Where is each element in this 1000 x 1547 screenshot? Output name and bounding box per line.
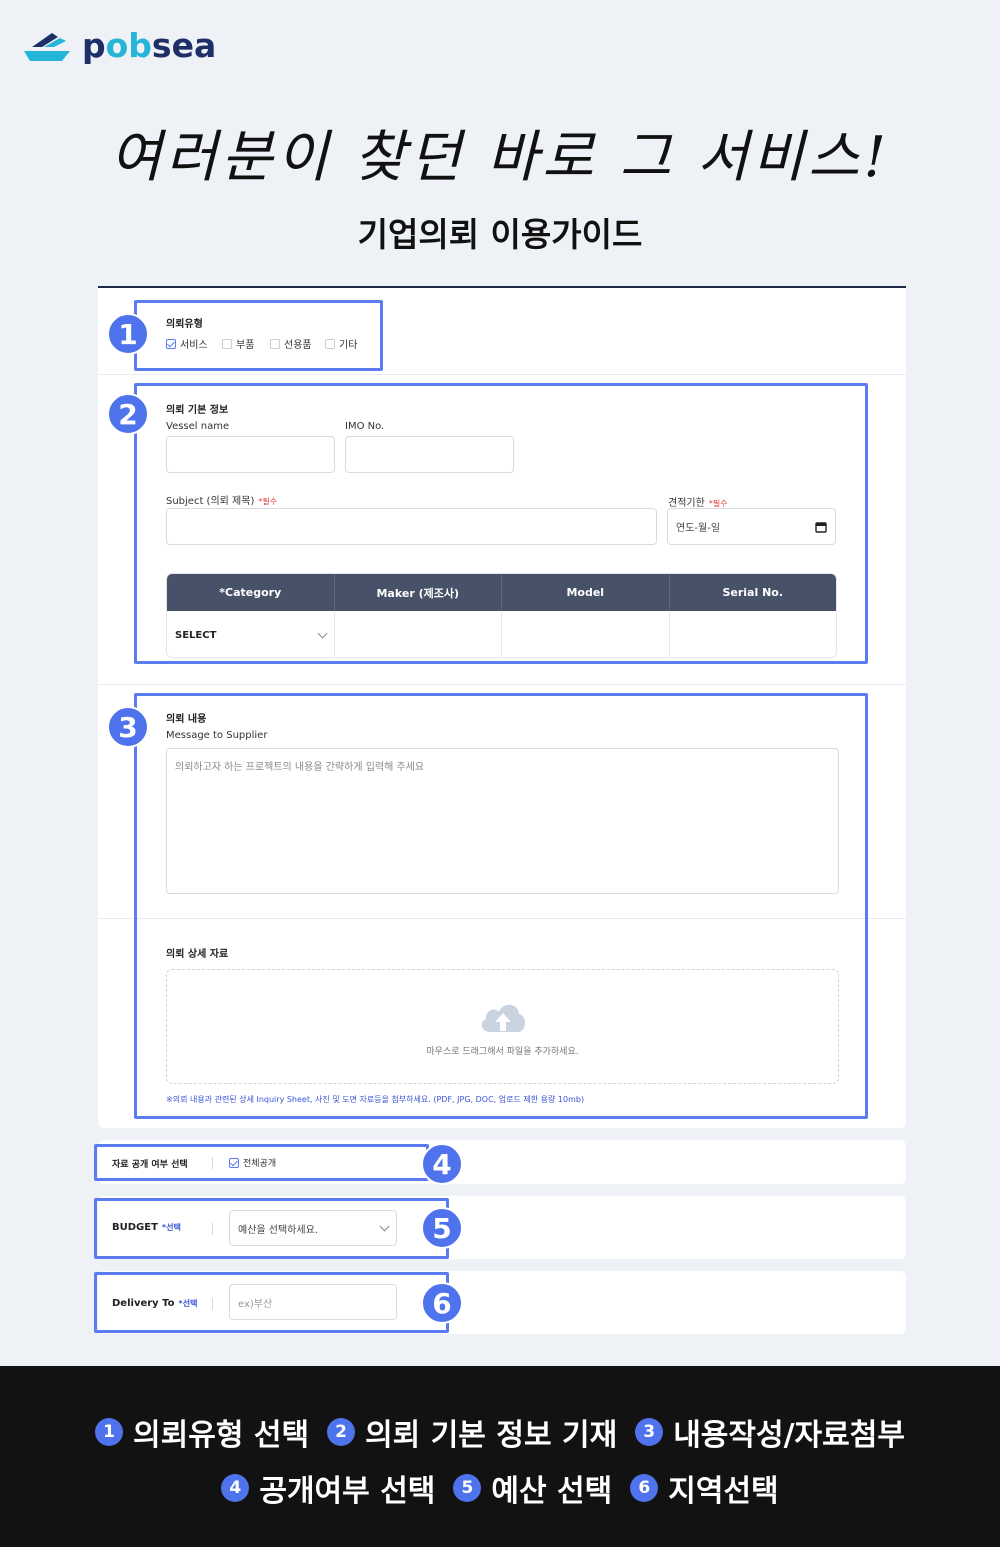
dropzone-text: 마우스로 드래그해서 파일을 추가하세요. — [426, 1047, 579, 1057]
file-dropzone[interactable]: 마우스로 드래그해서 파일을 추가하세요. — [166, 969, 839, 1084]
deadline-label: 견적기한 *필수 — [668, 498, 728, 509]
divider — [98, 684, 906, 685]
legend-row-2: 4 공개여부 선택 5 예산 선택 6 지역선택 — [0, 1466, 1000, 1510]
option-service[interactable]: 서비스 — [166, 336, 208, 351]
step-badge-1: 1 — [107, 313, 149, 355]
divider — [98, 374, 906, 375]
budget-label: BUDGET *선택 — [112, 1222, 181, 1233]
step-badge-6: 6 — [421, 1282, 463, 1324]
chevron-down-icon — [317, 628, 327, 638]
deadline-date-input[interactable]: 연도-월-일 — [667, 508, 836, 545]
col-model: Model — [502, 574, 670, 611]
brand-logo: pobsea — [22, 26, 216, 65]
legend-panel — [0, 1366, 1000, 1547]
legend-item: 2 의뢰 기본 정보 기재 — [327, 1410, 617, 1454]
col-category: *Category — [167, 574, 335, 611]
step-badge-4: 4 — [421, 1143, 463, 1185]
model-cell[interactable] — [502, 611, 670, 657]
checkbox-icon[interactable] — [325, 338, 335, 349]
col-maker: Maker (제조사) — [335, 574, 502, 611]
subject-input[interactable] — [166, 508, 657, 545]
maker-cell[interactable] — [335, 611, 502, 657]
cloud-upload-icon — [481, 1004, 525, 1032]
budget-select[interactable]: 예산을 선택하세요. — [229, 1210, 397, 1246]
category-select[interactable]: SELECT — [167, 611, 335, 657]
legend-item: 3 내용작성/자료첨부 — [635, 1410, 905, 1454]
imo-label: IMO No. — [345, 421, 385, 432]
legend-item: 1 의뢰유형 선택 — [95, 1410, 309, 1454]
divider — [212, 1223, 213, 1235]
step-badge-3: 3 — [107, 706, 149, 748]
vessel-name-input[interactable] — [166, 436, 335, 473]
equipment-table: *Category Maker (제조사) Model Serial No. S… — [166, 573, 837, 658]
legend-item: 4 공개여부 선택 — [221, 1466, 435, 1510]
option-parts[interactable]: 부품 — [222, 336, 254, 351]
option-etc[interactable]: 기타 — [325, 336, 357, 351]
page-subtitle: 기업의뢰 이용가이드 — [357, 215, 643, 254]
legend-item: 5 예산 선택 — [453, 1466, 612, 1510]
legend-item: 6 지역선택 — [630, 1466, 779, 1510]
headline: 여러분이 찾던 바로 그 서비스! — [110, 125, 890, 190]
message-label: Message to Supplier — [166, 730, 268, 741]
content-title: 의뢰 내용 — [166, 714, 207, 725]
delivery-input[interactable]: ex)부산 — [229, 1284, 397, 1320]
option-public[interactable]: 전체공개 — [229, 1156, 276, 1169]
serial-cell[interactable] — [670, 611, 837, 657]
option-supplies[interactable]: 선용품 — [270, 336, 312, 351]
brand-name: pobsea — [82, 26, 217, 65]
vessel-name-label: Vessel name — [166, 421, 230, 432]
visibility-label: 자료 공개 여부 선택 — [112, 1160, 188, 1170]
table-row: SELECT — [167, 611, 837, 657]
divider — [212, 1298, 213, 1310]
files-title: 의뢰 상세 자료 — [166, 949, 229, 960]
checkbox-icon[interactable] — [222, 338, 232, 349]
checkbox-checked-icon[interactable] — [166, 338, 176, 349]
legend-row-1: 1 의뢰유형 선택 2 의뢰 기본 정보 기재 3 내용작성/자료첨부 — [0, 1410, 1000, 1454]
col-serial: Serial No. — [722, 586, 784, 599]
request-type-title: 의뢰유형 — [166, 319, 203, 330]
checkbox-checked-icon[interactable] — [229, 1157, 239, 1168]
ship-icon — [24, 32, 70, 61]
message-textarea[interactable]: 의뢰하고자 하는 프로젝트의 내용을 간략하게 입력해 주세요 — [166, 748, 839, 894]
delivery-label: Delivery To *선택 — [112, 1298, 198, 1309]
step-badge-2: 2 — [107, 393, 149, 435]
basic-info-title: 의뢰 기본 정보 — [166, 405, 229, 416]
chevron-down-icon — [379, 1221, 390, 1231]
table-header: *Category Maker (제조사) Model Serial No. — [167, 574, 836, 611]
calendar-icon[interactable] — [815, 521, 827, 533]
imo-input[interactable] — [345, 436, 514, 473]
subject-label: Subject (의뢰 제목) *필수 — [166, 496, 278, 507]
checkbox-icon[interactable] — [270, 338, 280, 349]
step-badge-5: 5 — [421, 1207, 463, 1249]
attachment-note: ※의뢰 내용과 관련된 상세 Inquiry Sheet, 사진 및 도면 자료… — [166, 1095, 585, 1104]
divider — [212, 1157, 213, 1169]
